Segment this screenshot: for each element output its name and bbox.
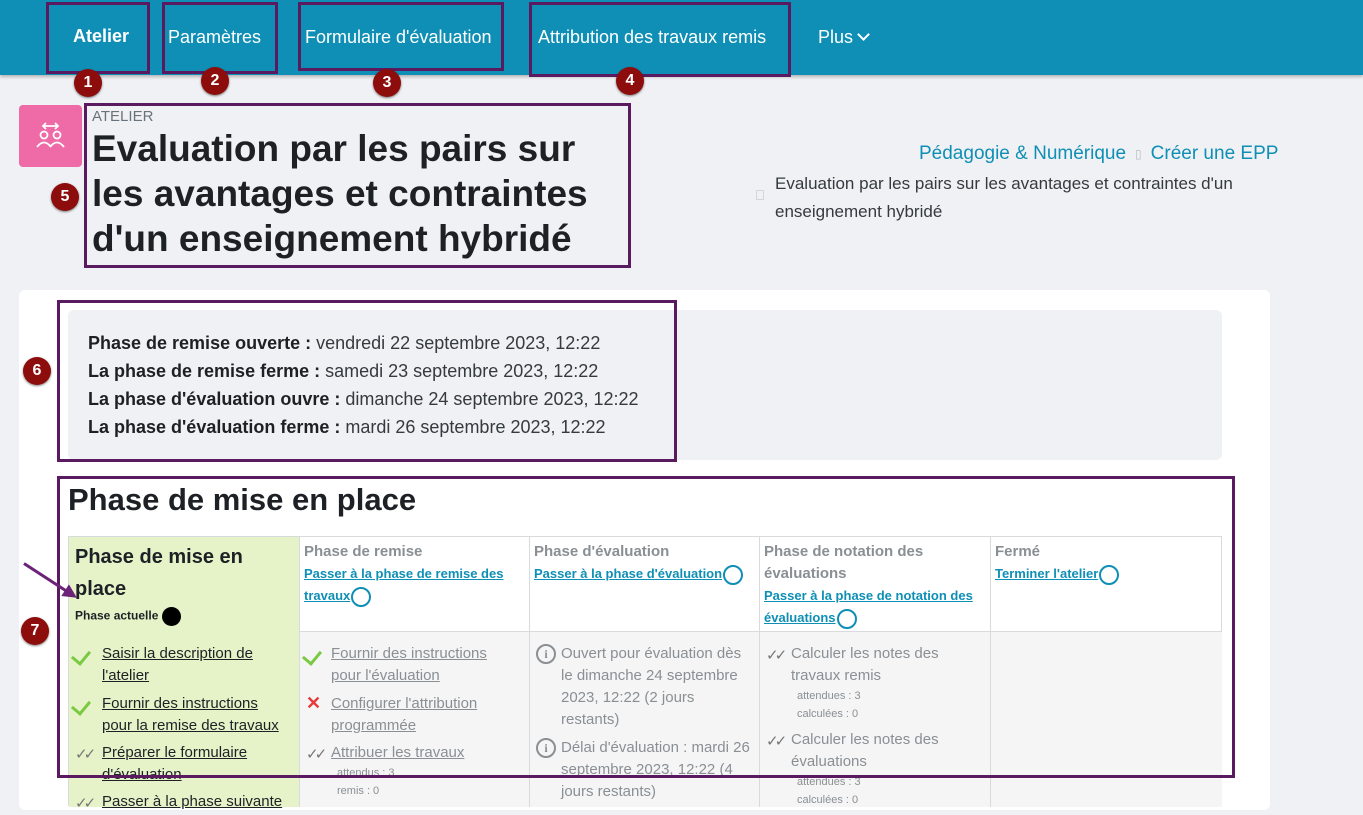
task-detail: remis : 0	[337, 785, 380, 797]
breadcrumb-separator	[756, 190, 764, 200]
activity-icon	[19, 105, 82, 167]
chevron-down-icon	[857, 28, 870, 41]
annotation-badge-7: 7	[21, 617, 49, 645]
annotation-box-5	[84, 103, 631, 268]
breadcrumb-separator: ▯	[1135, 146, 1142, 161]
breadcrumb-link-section[interactable]: Créer une EPP	[1151, 143, 1279, 164]
todo-check-icon: ✓✓	[75, 795, 96, 812]
people-exchange-icon	[36, 122, 65, 148]
breadcrumb-current: Evaluation par les pairs sur les avantag…	[775, 174, 1233, 221]
annotation-box-3	[298, 2, 504, 71]
annotation-box-7	[57, 476, 1235, 778]
annotation-box-4	[529, 2, 791, 77]
annotation-box-6	[57, 300, 677, 462]
annotation-badge-4: 4	[616, 67, 644, 95]
annotation-badge-3: 3	[373, 69, 401, 97]
annotation-box-1	[46, 2, 150, 74]
nav-more-label: Plus	[818, 27, 854, 47]
annotation-badge-1: 1	[74, 69, 102, 97]
nav-more-menu[interactable]: Plus	[818, 27, 870, 48]
task-detail: calculées : 0	[797, 794, 859, 806]
breadcrumb: Pédagogie & Numérique ▯ Créer une EPP	[919, 143, 1278, 165]
breadcrumb-link-course[interactable]: Pédagogie & Numérique	[919, 143, 1126, 164]
task-setup-next: ✓✓ Passer à la phase suivante	[75, 791, 292, 813]
annotation-badge-6: 6	[23, 357, 51, 385]
annotation-badge-2: 2	[201, 67, 229, 95]
annotation-box-2	[162, 2, 278, 74]
annotation-badge-5: 5	[51, 183, 79, 211]
